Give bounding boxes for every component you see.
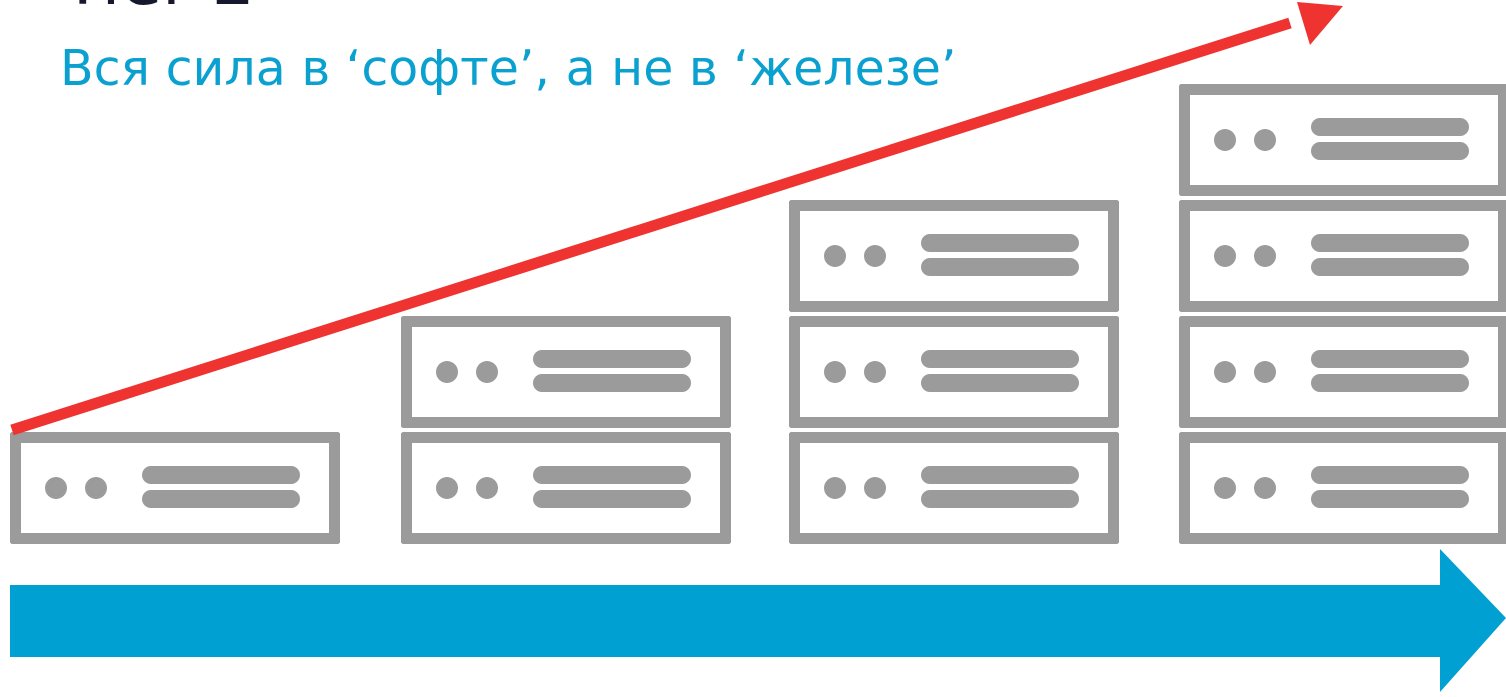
- server-rack-icon: [401, 316, 731, 428]
- server-rack-icon: [789, 200, 1119, 312]
- slide: Tier 2 Вся сила в ‘софте’, а не в ‘желез…: [0, 0, 1506, 697]
- server-rack-icon: [401, 432, 731, 544]
- server-rack-icon: [10, 432, 340, 544]
- server-rack-icon: [1179, 84, 1506, 196]
- server-stacks: [0, 0, 1506, 697]
- server-rack-icon: [1179, 432, 1506, 544]
- server-rack-icon: [1179, 316, 1506, 428]
- server-rack-icon: [789, 432, 1119, 544]
- server-rack-icon: [1179, 200, 1506, 312]
- server-rack-icon: [789, 316, 1119, 428]
